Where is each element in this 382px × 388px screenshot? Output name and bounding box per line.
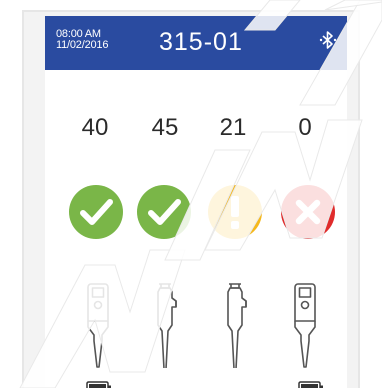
date-label: 11/02/2016	[56, 39, 109, 51]
header-bar: 08:00 AM 11/02/2016 315-01	[45, 16, 347, 70]
channel-4-count: 0	[298, 114, 312, 141]
battery-icon	[86, 381, 111, 388]
page-title: 315-01	[159, 28, 243, 56]
exclamation-icon[interactable]	[207, 184, 263, 240]
electronic-pipette-icon[interactable]	[282, 280, 328, 368]
bluetooth-icon[interactable]	[317, 29, 339, 51]
datetime: 08:00 AM 11/02/2016	[56, 29, 108, 51]
channel-1-count: 40	[81, 114, 109, 141]
manual-pipette-icon[interactable]	[212, 280, 258, 368]
app-frame: 08:00 AM 11/02/2016 315-01 40 45 21 0	[0, 0, 382, 388]
device-screen: 08:00 AM 11/02/2016 315-01 40 45 21 0	[45, 16, 347, 388]
x-icon[interactable]	[280, 184, 336, 240]
manual-pipette-icon[interactable]	[142, 280, 188, 368]
electronic-pipette-icon[interactable]	[75, 280, 121, 368]
battery-icon	[298, 381, 323, 388]
channel-2-count: 45	[151, 114, 179, 141]
check-icon[interactable]	[136, 184, 192, 240]
check-icon[interactable]	[68, 184, 124, 240]
channel-3-count: 21	[219, 114, 247, 141]
